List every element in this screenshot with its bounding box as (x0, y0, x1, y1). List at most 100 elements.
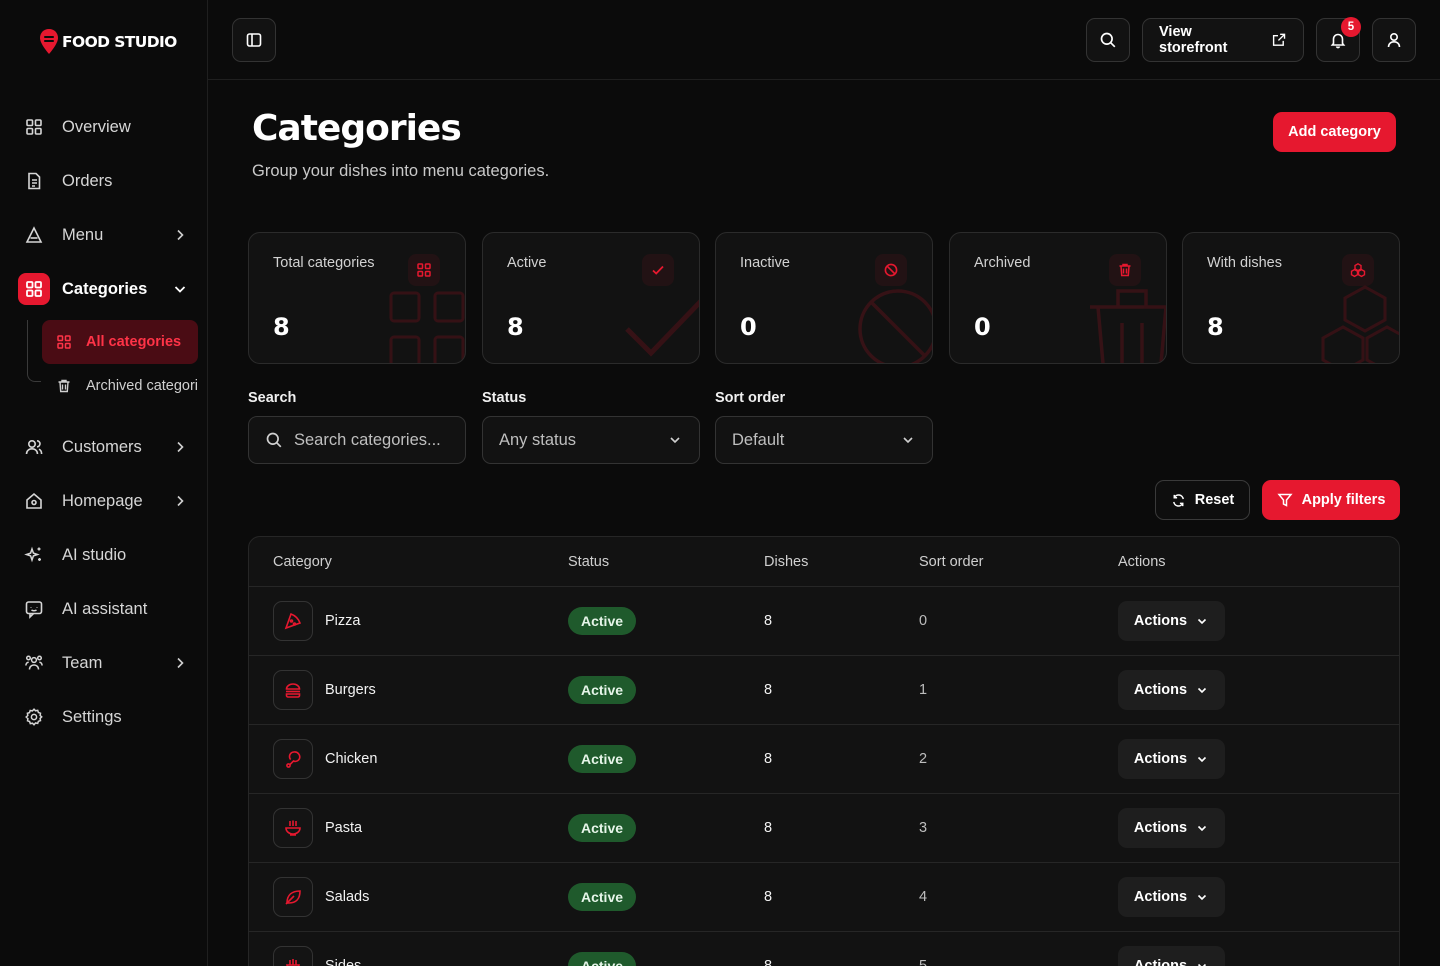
external-link-icon (1273, 33, 1286, 46)
grid-icon (18, 111, 50, 143)
search-input[interactable]: Search categories... (248, 416, 466, 464)
trash-icon (1109, 254, 1141, 286)
grid-icon (57, 335, 71, 349)
stat-value: 0 (740, 313, 757, 341)
row-actions-button[interactable]: Actions (1118, 946, 1225, 966)
table-row[interactable]: Chicken Active 8 2 Actions (249, 725, 1399, 794)
table-row[interactable]: Burgers Active 8 1 Actions (249, 656, 1399, 725)
refresh-icon (1172, 493, 1184, 507)
sidebar-subitem-all-categories[interactable]: All categories (42, 320, 198, 364)
sort-order-value: 5 (919, 958, 928, 966)
stat-label: With dishes (1207, 255, 1282, 271)
status-select[interactable]: Any status (482, 416, 700, 464)
grid-icon (408, 254, 440, 286)
drumstick-icon (273, 739, 313, 779)
sidebar-subitem-archived-categories[interactable]: Archived categories (42, 364, 198, 408)
dishes-count: 8 (764, 751, 773, 767)
chevron-down-icon (1198, 894, 1207, 901)
status-badge: Active (568, 607, 637, 635)
dishes-count: 8 (764, 820, 773, 836)
row-actions-button[interactable]: Actions (1118, 877, 1225, 917)
table-row[interactable]: Pasta Active 8 3 Actions (249, 794, 1399, 863)
ban-watermark-icon (858, 289, 932, 363)
reset-button[interactable]: Reset (1155, 480, 1250, 520)
notification-count-badge: 5 (1341, 17, 1361, 37)
reset-label: Reset (1194, 492, 1235, 508)
dishes-count: 8 (764, 682, 773, 698)
dishes-count: 8 (764, 613, 773, 629)
document-icon (18, 165, 50, 197)
category-name: Pizza (325, 613, 361, 629)
status-badge: Active (568, 745, 637, 773)
row-actions-label: Actions (1133, 751, 1188, 767)
search-label: Search (248, 390, 297, 406)
table-row[interactable]: Sides Active 8 5 Actions (249, 932, 1399, 966)
sidebar-item-label: Menu (62, 225, 104, 244)
column-header-status: Status (568, 554, 610, 570)
stat-label: Archived (974, 255, 1031, 271)
sidebar-item-orders[interactable]: Orders (18, 163, 198, 199)
stat-label: Total categories (273, 255, 375, 271)
column-header-dishes: Dishes (764, 554, 809, 570)
topbar: View storefront 5 (208, 0, 1440, 80)
chevron-down-icon (1198, 687, 1207, 694)
sort-order-select[interactable]: Default (715, 416, 933, 464)
view-storefront-label: View storefront (1159, 24, 1228, 56)
sidebar: FOOD STUDIO Overview Orders Menu Categor… (0, 0, 208, 966)
sidebar-item-ai-assistant[interactable]: AI assistant (18, 591, 198, 627)
sort-order-value: 4 (919, 889, 928, 905)
grid-watermark-icon (389, 291, 465, 363)
row-actions-label: Actions (1133, 889, 1188, 905)
sidebar-item-settings[interactable]: Settings (18, 699, 198, 735)
brand-logo[interactable]: FOOD STUDIO (38, 28, 177, 56)
stat-value: 8 (507, 313, 524, 341)
user-account-button[interactable] (1372, 18, 1416, 62)
trash-watermark-icon (1090, 289, 1166, 363)
sidebar-item-customers[interactable]: Customers (18, 429, 198, 465)
sidebar-item-ai-studio[interactable]: AI studio (18, 537, 198, 573)
sidebar-subitem-label: Archived categories (86, 378, 198, 394)
sidebar-item-categories[interactable]: Categories (18, 271, 198, 307)
user-icon (1387, 32, 1401, 48)
table-row[interactable]: Pizza Active 8 0 Actions (249, 587, 1399, 656)
sidebar-item-overview[interactable]: Overview (18, 109, 198, 145)
category-name: Burgers (325, 682, 376, 698)
sidebar-toggle-button[interactable] (232, 18, 276, 62)
stat-card-with-dishes: With dishes 8 (1182, 232, 1400, 364)
row-actions-button[interactable]: Actions (1118, 601, 1225, 641)
sidebar-item-menu[interactable]: Menu (18, 217, 198, 253)
sort-order-select-value: Default (732, 430, 785, 449)
sidebar-item-label: Overview (62, 117, 131, 136)
boxes-watermark-icon (1321, 285, 1399, 363)
stat-card-total-categories: Total categories 8 (248, 232, 466, 364)
row-actions-button[interactable]: Actions (1118, 739, 1225, 779)
ban-icon (875, 254, 907, 286)
notifications-button[interactable]: 5 (1316, 17, 1361, 62)
table-row[interactable]: Salads Active 8 4 Actions (249, 863, 1399, 932)
row-actions-button[interactable]: Actions (1118, 670, 1225, 710)
sort-order-value: 1 (919, 682, 928, 698)
row-actions-label: Actions (1133, 613, 1188, 629)
users-icon (18, 431, 50, 463)
sidebar-item-homepage[interactable]: Homepage (18, 483, 198, 519)
status-badge: Active (568, 814, 637, 842)
submenu-connector (27, 320, 41, 382)
search-icon (1100, 32, 1116, 48)
row-actions-button[interactable]: Actions (1118, 808, 1225, 848)
chevron-right-icon (177, 495, 184, 507)
apply-filters-button[interactable]: Apply filters (1262, 480, 1400, 520)
chevron-down-icon (1198, 618, 1207, 625)
view-storefront-button[interactable]: View storefront (1142, 18, 1304, 62)
sidebar-item-team[interactable]: Team (18, 645, 198, 681)
stat-label: Active (507, 255, 547, 271)
stat-card-inactive: Inactive 0 (715, 232, 933, 364)
search-button[interactable] (1086, 18, 1130, 62)
sidebar-item-label: AI assistant (62, 599, 148, 618)
status-select-value: Any status (499, 430, 577, 449)
add-category-button[interactable]: Add category (1273, 112, 1396, 152)
search-placeholder: Search categories... (294, 430, 441, 449)
brand-name: FOOD STUDIO (62, 33, 177, 51)
category-name: Chicken (325, 751, 378, 767)
stat-value: 0 (974, 313, 991, 341)
boxes-icon (1342, 254, 1374, 286)
